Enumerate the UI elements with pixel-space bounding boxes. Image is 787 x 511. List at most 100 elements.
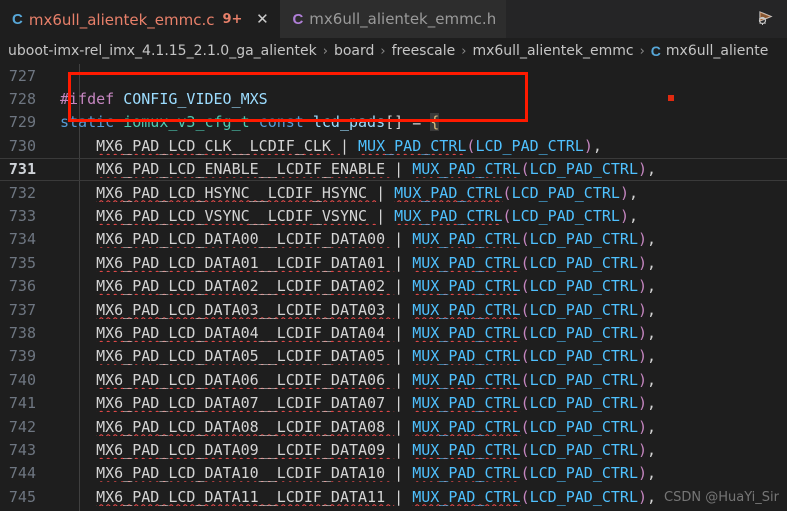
code-line[interactable]: 736 MX6_PAD_LCD_DATA02__LCDIF_DATA02 | M…	[0, 275, 787, 298]
code-line[interactable]: 729 static iomux_v3_cfg_t const lcd_pads[…	[0, 111, 787, 134]
breadcrumb-item-0[interactable]: uboot-imx-rel_imx_4.1.15_2.1.0_ga_alient…	[8, 43, 317, 59]
run-debug-glyph	[758, 11, 773, 25]
code-text[interactable]: MX6_PAD_LCD_DATA07__LCDIF_DATA07 | MUX_P…	[60, 394, 787, 412]
code-text[interactable]: MX6_PAD_LCD_DATA05__LCDIF_DATA05 | MUX_P…	[60, 347, 787, 365]
tab-mx6ull-alientek-emmc-h[interactable]: C mx6ull_alientek_emmc.h	[280, 0, 507, 38]
code-token: )	[637, 417, 648, 436]
code-text[interactable]: static iomux_v3_cfg_t const lcd_pads[] =…	[60, 113, 787, 132]
code-token-error: MX6_PAD_LCD_HSYNC__LCDIF_HSYNC	[96, 183, 377, 202]
breadcrumb-item-1[interactable]: board	[334, 43, 374, 59]
tab-label: mx6ull_alientek_emmc.h	[309, 10, 497, 28]
code-text[interactable]: MX6_PAD_LCD_CLK__LCDIF_CLK | MUX_PAD_CTR…	[60, 137, 787, 155]
code-text[interactable]: MX6_PAD_LCD_DATA06__LCDIF_DATA06 | MUX_P…	[60, 371, 787, 389]
code-token: )	[637, 464, 648, 483]
code-line[interactable]: 741 MX6_PAD_LCD_DATA07__LCDIF_DATA07 | M…	[0, 391, 787, 414]
code-text[interactable]: MX6_PAD_LCD_DATA10__LCDIF_DATA10 | MUX_P…	[60, 464, 787, 482]
code-token-error: MUX_PAD_CTRL	[412, 300, 521, 319]
code-token: )	[637, 440, 648, 459]
breadcrumb-item-3[interactable]: mx6ull_alientek_emmc	[472, 43, 633, 59]
code-text[interactable]: MX6_PAD_LCD_DATA01__LCDIF_DATA01 | MUX_P…	[60, 254, 787, 272]
code-text[interactable]: MX6_PAD_LCD_HSYNC__LCDIF_HSYNC | MUX_PAD…	[60, 184, 787, 202]
code-token-error: MX6_PAD_LCD_ENABLE__LCDIF_ENABLE	[96, 160, 395, 179]
code-token: {	[430, 113, 440, 132]
code-token-error: MUX_PAD_CTRL	[412, 160, 521, 179]
line-number: 729	[8, 113, 36, 132]
code-token: ,	[628, 183, 638, 202]
code-line[interactable]: 744 MX6_PAD_LCD_DATA10__LCDIF_DATA10 | M…	[0, 462, 787, 485]
code-token: |	[394, 440, 413, 459]
code-token-error: MUX_PAD_CTRL	[412, 277, 521, 296]
code-token: LCD_PAD_CTRL	[529, 347, 638, 366]
code-token-error: MUX_PAD_CTRL	[412, 440, 521, 459]
code-line[interactable]: 737 MX6_PAD_LCD_DATA03__LCDIF_DATA03 | M…	[0, 298, 787, 321]
breadcrumb-item-2[interactable]: freescale	[392, 43, 456, 59]
code-text[interactable]: MX6_PAD_LCD_DATA03__LCDIF_DATA03 | MUX_P…	[60, 301, 787, 319]
code-token: |	[376, 183, 395, 202]
code-token: |	[394, 300, 413, 319]
code-text[interactable]: MX6_PAD_LCD_DATA00__LCDIF_DATA00 | MUX_P…	[60, 230, 787, 248]
code-token: ,	[647, 300, 657, 319]
line-number: 745	[8, 487, 36, 506]
code-token: (	[520, 394, 530, 413]
code-token: ,	[647, 347, 657, 366]
breadcrumb-separator-icon: ›	[322, 43, 328, 59]
code-token: (	[520, 464, 530, 483]
code-text[interactable]: MX6_PAD_LCD_DATA09__LCDIF_DATA09 | MUX_P…	[60, 441, 787, 459]
code-token-error: MX6_PAD_LCD_DATA06__LCDIF_DATA06	[96, 370, 395, 389]
code-token: (	[520, 417, 530, 436]
code-line[interactable]: 733 MX6_PAD_LCD_VSYNC__LCDIF_VSYNC | MUX…	[0, 204, 787, 227]
code-token: (	[520, 300, 530, 319]
code-editor[interactable]: 727 728 #ifdef CONFIG_VIDEO_MXS 729 static i…	[0, 64, 787, 511]
code-line[interactable]: 739 MX6_PAD_LCD_DATA05__LCDIF_DATA05 | M…	[0, 345, 787, 368]
code-token: )	[619, 183, 629, 202]
code-token: [] =	[385, 113, 431, 132]
code-token: ,	[647, 323, 657, 342]
code-token: (	[520, 230, 530, 249]
code-line[interactable]: 738 MX6_PAD_LCD_DATA04__LCDIF_DATA04 | M…	[0, 321, 787, 344]
tab-mx6ull-alientek-emmc-c[interactable]: C mx6ull_alientek_emmc.c 9+ ✕	[0, 0, 281, 38]
run-and-debug-icon[interactable]	[743, 0, 787, 38]
code-line[interactable]: 731 MX6_PAD_LCD_ENABLE__LCDIF_ENABLE | M…	[0, 157, 787, 181]
code-line[interactable]: 727	[0, 64, 787, 87]
code-token: ,	[647, 160, 657, 179]
code-text[interactable]: MX6_PAD_LCD_DATA08__LCDIF_DATA08 | MUX_P…	[60, 418, 787, 436]
code-line[interactable]: 730 MX6_PAD_LCD_CLK__LCDIF_CLK | MUX_PAD…	[0, 134, 787, 157]
editor-scrollbar[interactable]	[773, 64, 787, 511]
code-token: LCD_PAD_CTRL	[529, 417, 638, 436]
code-token: (	[520, 370, 530, 389]
code-token: LCD_PAD_CTRL	[529, 464, 638, 483]
code-token-error: MX6_PAD_LCD_DATA00__LCDIF_DATA00	[96, 230, 395, 249]
code-token-error: MUX_PAD_CTRL	[412, 487, 521, 506]
code-token: |	[394, 160, 413, 179]
code-text[interactable]: MX6_PAD_LCD_DATA04__LCDIF_DATA04 | MUX_P…	[60, 324, 787, 342]
code-token: ,	[647, 440, 657, 459]
code-line[interactable]: 734 MX6_PAD_LCD_DATA00__LCDIF_DATA00 | M…	[0, 228, 787, 251]
close-icon[interactable]: ✕	[254, 12, 270, 27]
code-line[interactable]: 742 MX6_PAD_LCD_DATA08__LCDIF_DATA08 | M…	[0, 415, 787, 438]
code-line[interactable]: 743 MX6_PAD_LCD_DATA09__LCDIF_DATA09 | M…	[0, 438, 787, 461]
code-text[interactable]: MX6_PAD_LCD_VSYNC__LCDIF_VSYNC | MUX_PAD…	[60, 207, 787, 225]
code-token: ,	[647, 464, 657, 483]
code-text[interactable]: MX6_PAD_LCD_DATA02__LCDIF_DATA02 | MUX_P…	[60, 277, 787, 295]
breadcrumb-file[interactable]: mx6ull_aliente	[666, 43, 768, 59]
code-token: |	[394, 323, 413, 342]
code-line[interactable]: 740 MX6_PAD_LCD_DATA06__LCDIF_DATA06 | M…	[0, 368, 787, 391]
code-token: |	[339, 136, 359, 155]
code-token: (	[520, 440, 530, 459]
code-token: ,	[647, 487, 657, 506]
code-token: CONFIG_VIDEO_MXS	[123, 90, 268, 109]
code-text[interactable]: #ifdef CONFIG_VIDEO_MXS	[60, 90, 787, 108]
code-text[interactable]: MX6_PAD_LCD_ENABLE__LCDIF_ENABLE | MUX_P…	[60, 160, 787, 178]
code-token: (	[502, 207, 512, 226]
code-text[interactable]: MX6_PAD_LCD_DATA11__LCDIF_DATA11 | MUX_P…	[60, 488, 787, 506]
code-line[interactable]: 745 MX6_PAD_LCD_DATA11__LCDIF_DATA11 | M…	[0, 485, 787, 508]
code-line[interactable]: 732 MX6_PAD_LCD_HSYNC__LCDIF_HSYNC | MUX…	[0, 181, 787, 204]
code-line[interactable]: 735 MX6_PAD_LCD_DATA01__LCDIF_DATA01 | M…	[0, 251, 787, 274]
